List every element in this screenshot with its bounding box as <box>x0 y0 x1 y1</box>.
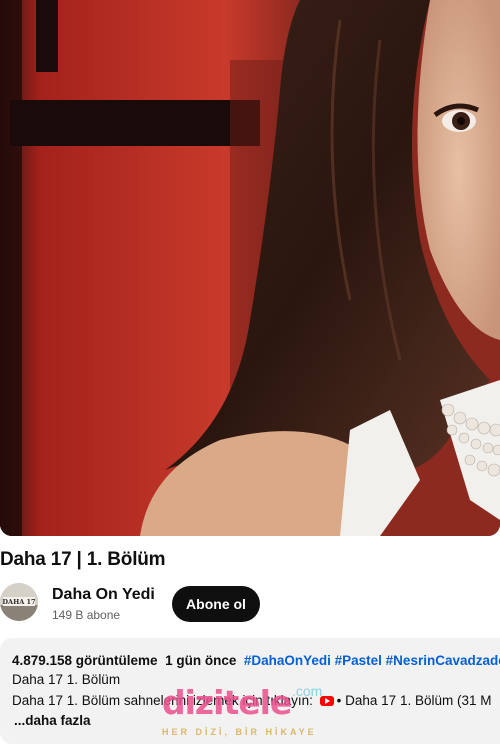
channel-name[interactable]: Daha On Yedi <box>52 586 155 604</box>
video-link[interactable]: • Daha 17 1. Bölüm (31 M <box>337 693 492 708</box>
subscribe-button[interactable]: Abone ol <box>172 586 260 622</box>
channel-avatar[interactable]: DAHA 17 <box>0 583 38 621</box>
avatar-logo-icon: DAHA 17 <box>0 583 38 621</box>
svg-text:DAHA 17: DAHA 17 <box>2 598 35 606</box>
channel-row: DAHA 17 Daha On Yedi 149 B abone Abone o… <box>0 582 500 626</box>
description-line: Daha 17 1. Bölüm sahnelerini izlemek içi… <box>12 693 491 708</box>
description-meta: 4.879.158 görüntüleme 1 gün önce #DahaOn… <box>12 653 500 668</box>
description-text: Daha 17 1. Bölüm sahnelerini izlemek içi… <box>12 693 313 708</box>
video-thumbnail <box>0 0 500 536</box>
upload-time: 1 gün önce <box>165 653 237 668</box>
video-player[interactable] <box>0 0 500 536</box>
view-count: 4.879.158 görüntüleme <box>12 653 158 668</box>
hashtags[interactable]: #DahaOnYedi #Pastel #NesrinCavadzade <box>244 653 500 668</box>
youtube-icon <box>319 696 334 707</box>
video-title: Daha 17 | 1. Bölüm <box>0 549 166 570</box>
description-panel[interactable]: 4.879.158 görüntüleme 1 gün önce #DahaOn… <box>0 638 500 744</box>
subscriber-count: 149 B abone <box>52 608 121 622</box>
description-line: Daha 17 1. Bölüm <box>12 672 121 687</box>
show-more-link[interactable]: ...daha fazla <box>14 713 91 728</box>
